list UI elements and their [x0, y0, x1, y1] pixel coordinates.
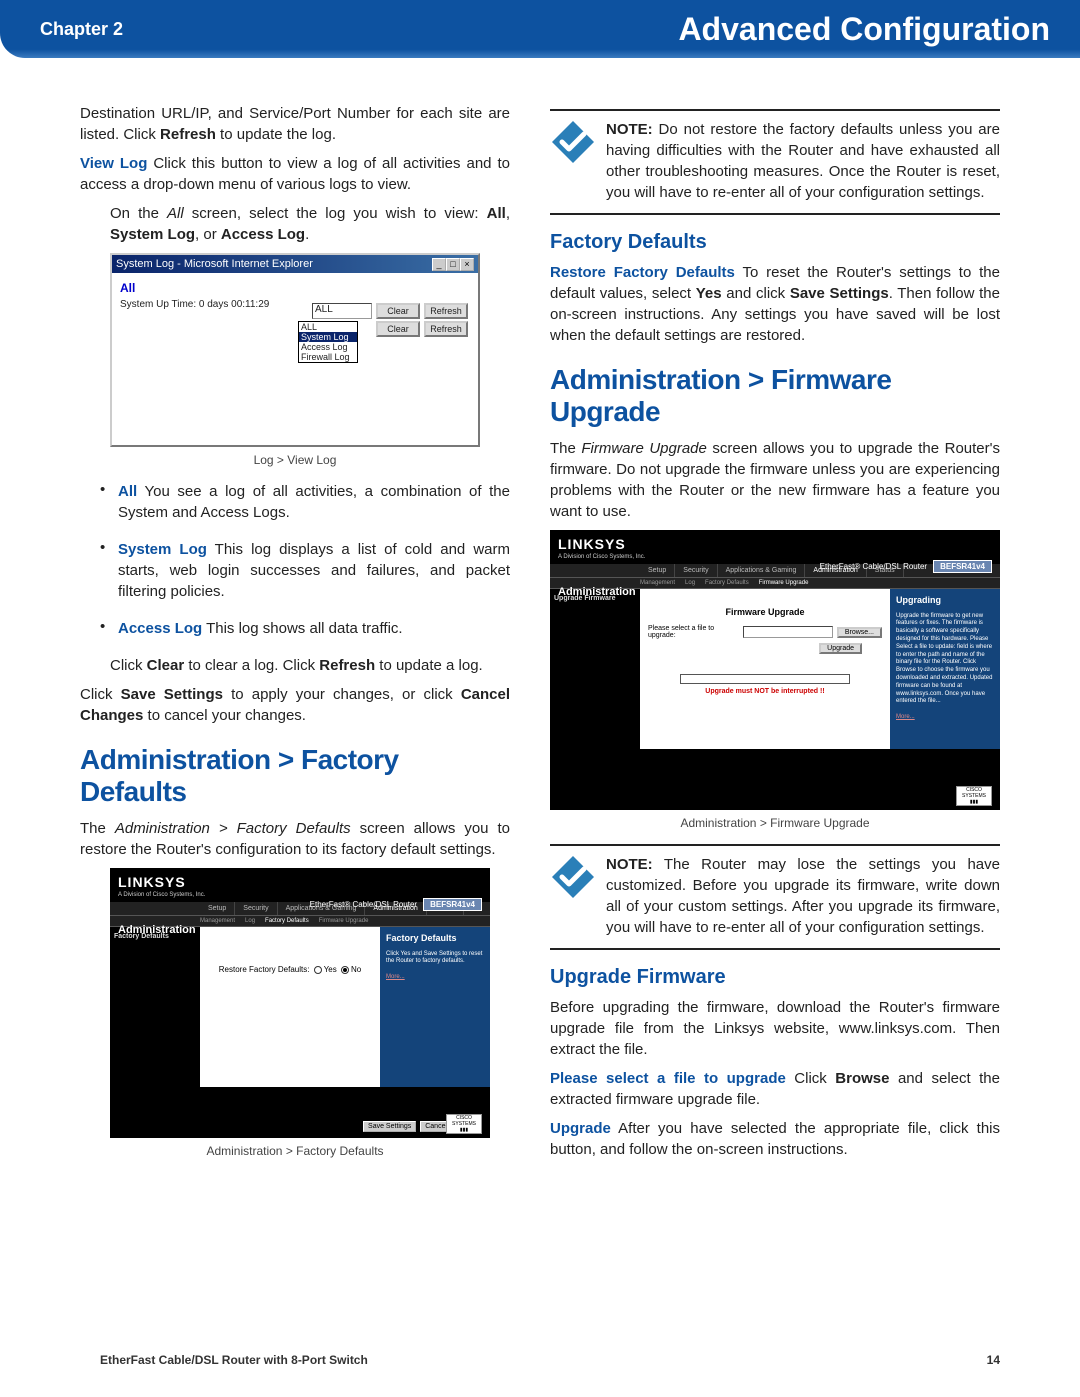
restore-defaults-row: Restore Factory Defaults: Yes No — [208, 965, 372, 974]
maximize-icon[interactable]: □ — [446, 258, 460, 271]
check-icon — [550, 854, 596, 900]
refresh-button-2[interactable]: Refresh — [424, 321, 468, 337]
para-save: Click Save Settings to apply your change… — [80, 684, 510, 726]
log-type-dropdown[interactable]: ALL System Log Access Log Firewall Log — [298, 321, 358, 363]
close-icon[interactable]: × — [460, 258, 474, 271]
para-rfd: Restore Factory Defaults To reset the Ro… — [550, 262, 1000, 346]
right-column: NOTE: Do not restore the factory default… — [550, 103, 1000, 1172]
progress-bar — [680, 674, 850, 684]
clear-button[interactable]: Clear — [376, 303, 420, 319]
view-log-label: View Log — [80, 155, 147, 172]
para-upgrade-btn: Upgrade After you have selected the appr… — [550, 1118, 1000, 1160]
dialog-window-controls: _□× — [432, 258, 474, 271]
tab-apps[interactable]: Applications & Gaming — [718, 564, 806, 577]
minimize-icon[interactable]: _ — [432, 258, 446, 271]
clear-button-2[interactable]: Clear — [376, 321, 420, 337]
heading-upgrade-firmware: Upgrade Firmware — [550, 966, 1000, 989]
note-box-2: NOTE: The Router may lose the settings y… — [550, 844, 1000, 950]
page-footer: EtherFast Cable/DSL Router with 8-Port S… — [100, 1353, 1000, 1367]
bullet-systemlog: •System Log This log displays a list of … — [100, 539, 510, 610]
check-icon — [550, 119, 596, 165]
log-type-select[interactable]: ALL — [312, 303, 372, 319]
page-number: 14 — [987, 1353, 1000, 1367]
cisco-logo: CISCO SYSTEMS▮▮▮ — [956, 786, 992, 806]
tab-setup[interactable]: Setup — [200, 902, 235, 915]
dropdown-option[interactable]: Firewall Log — [299, 352, 357, 362]
radio-yes[interactable] — [314, 966, 322, 974]
tab-setup[interactable]: Setup — [640, 564, 675, 577]
para-destination: Destination URL/IP, and Service/Port Num… — [80, 103, 510, 145]
browse-button[interactable]: Browse... — [837, 627, 882, 638]
bullet-all: •All You see a log of all activities, a … — [100, 481, 510, 531]
screenshot-factory-defaults: LINKSYS A Division of Cisco Systems, Inc… — [110, 868, 490, 1138]
screenshot-firmware-upgrade: LINKSYS A Division of Cisco Systems, Inc… — [550, 530, 1000, 810]
page-header: Chapter 2 Advanced Configuration — [0, 0, 1080, 58]
para-onall: On the All screen, select the log you wi… — [110, 203, 510, 245]
chapter-label: Chapter 2 — [40, 19, 123, 40]
dropdown-option[interactable]: System Log — [299, 332, 357, 342]
para-fd: The Administration > Factory Defaults sc… — [80, 818, 510, 860]
heading-factory-defaults-sub: Factory Defaults — [550, 231, 1000, 254]
heading-factory-defaults: Administration > Factory Defaults — [80, 744, 510, 808]
dialog-title: System Log - Microsoft Internet Explorer — [116, 258, 313, 270]
footer-title: EtherFast Cable/DSL Router with 8-Port S… — [100, 1353, 368, 1367]
more-link[interactable]: More... — [896, 714, 915, 722]
tab-security[interactable]: Security — [675, 564, 717, 577]
save-settings-button[interactable]: Save Settings — [363, 1121, 416, 1132]
upgrade-button[interactable]: Upgrade — [819, 643, 862, 654]
bullet-accesslog: •Access Log This log shows all data traf… — [100, 618, 510, 647]
heading-firmware-upgrade: Administration > Firmware Upgrade — [550, 364, 1000, 428]
page-title: Advanced Configuration — [678, 11, 1050, 48]
para-please-select: Please select a file to upgrade Click Br… — [550, 1068, 1000, 1110]
cisco-logo: CISCO SYSTEMS▮▮▮ — [446, 1114, 482, 1134]
caption-viewlog: Log > View Log — [80, 453, 510, 467]
dialog-all-heading: All — [120, 281, 470, 295]
note-box-1: NOTE: Do not restore the factory default… — [550, 109, 1000, 215]
para-upgrade: Before upgrading the firmware, download … — [550, 997, 1000, 1060]
para-fw: The Firmware Upgrade screen allows you t… — [550, 438, 1000, 522]
more-link[interactable]: More... — [386, 974, 405, 982]
upgrade-file-input[interactable] — [743, 626, 833, 638]
dropdown-option[interactable]: ALL — [299, 322, 357, 332]
caption-fw: Administration > Firmware Upgrade — [550, 816, 1000, 830]
para-clear: Click Clear to clear a log. Click Refres… — [110, 655, 510, 676]
linksys-logo: LINKSYS — [110, 868, 490, 892]
caption-fd: Administration > Factory Defaults — [80, 1144, 510, 1158]
para-viewlog: View Log Click this button to view a log… — [80, 153, 510, 195]
linksys-logo: LINKSYS — [550, 530, 1000, 554]
dialog-titlebar: System Log - Microsoft Internet Explorer… — [112, 255, 478, 273]
radio-no[interactable] — [341, 966, 349, 974]
dropdown-option[interactable]: Access Log — [299, 342, 357, 352]
screenshot-viewlog-dialog: System Log - Microsoft Internet Explorer… — [110, 253, 480, 447]
tab-security[interactable]: Security — [235, 902, 277, 915]
refresh-button[interactable]: Refresh — [424, 303, 468, 319]
left-column: Destination URL/IP, and Service/Port Num… — [80, 103, 510, 1172]
